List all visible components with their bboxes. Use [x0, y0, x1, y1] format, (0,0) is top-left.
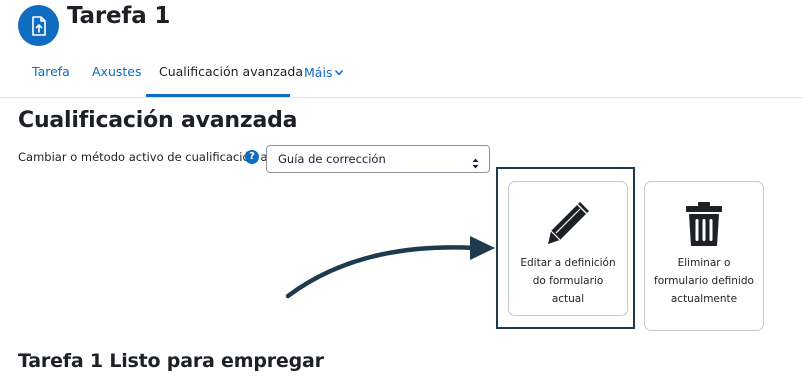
trash-icon — [645, 202, 763, 248]
edit-form-button[interactable]: Editar a definición do formulario actual — [508, 181, 628, 316]
method-label: Cambiar o método activo de cualificación… — [18, 150, 268, 164]
edit-form-label: Editar a definición do formulario actual — [520, 257, 616, 305]
tab-axustes[interactable]: Axustes — [92, 64, 142, 79]
grading-method-value: Guía de corrección — [278, 152, 386, 166]
help-icon[interactable]: ? — [245, 150, 259, 164]
active-tab-indicator — [146, 94, 290, 97]
tab-more[interactable]: Máis — [304, 64, 344, 80]
assignment-icon — [18, 5, 59, 46]
tab-more-label: Máis — [304, 65, 333, 80]
status-heading: Tarefa 1 Listo para empregar — [18, 350, 324, 372]
tab-advanced-grading[interactable]: Cualificación avanzada — [159, 64, 303, 79]
pointer-arrow — [280, 232, 500, 306]
page-title: Tarefa 1 — [67, 3, 171, 29]
secondary-navigation: Tarefa Axustes Cualificación avanzada Má… — [0, 50, 803, 98]
section-heading: Cualificación avanzada — [18, 108, 298, 133]
select-arrows-icon — [472, 154, 479, 173]
tab-tarefa[interactable]: Tarefa — [32, 64, 70, 79]
chevron-down-icon — [335, 64, 344, 79]
delete-form-button[interactable]: Eliminar o formulario definido actualmen… — [644, 181, 764, 331]
grading-method-select[interactable]: Guía de corrección — [266, 145, 490, 173]
delete-form-label: Eliminar o formulario definido actualmen… — [654, 257, 754, 305]
pencil-icon — [509, 202, 627, 248]
